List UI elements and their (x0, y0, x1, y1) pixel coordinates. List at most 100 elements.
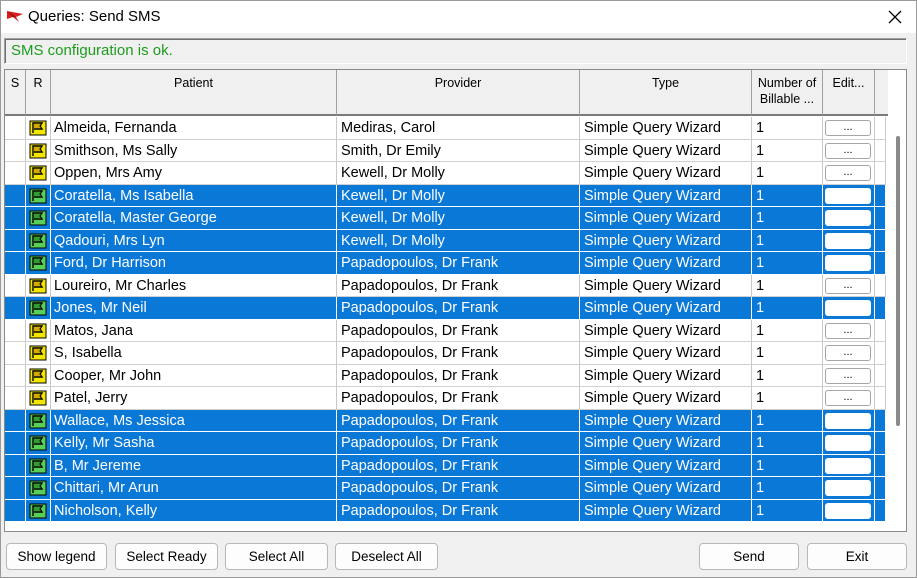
scrollbar-thumb[interactable] (896, 136, 900, 426)
table-row[interactable]: Wallace, Ms Jessica Papadopoulos, Dr Fran… (5, 409, 886, 432)
send-button[interactable]: Send (699, 543, 799, 570)
table-row[interactable]: Matos, Jana Papadopoulos, Dr Frank Simple … (5, 319, 886, 342)
cell-patient: Smithson, Ms Sally (51, 139, 337, 162)
table-row[interactable]: Cooper, Mr John Papadopoulos, Dr Frank Sim… (5, 364, 886, 387)
column-header-edit[interactable]: Edit... (823, 70, 875, 116)
table-row[interactable]: Nicholson, Kelly Papadopoulos, Dr Frank Si… (5, 499, 886, 522)
edit-button[interactable] (825, 300, 871, 316)
table-row[interactable]: Loureiro, Mr Charles Papadopoulos, Dr Fra… (5, 274, 886, 297)
cell-provider: Mediras, Carol (337, 117, 580, 140)
select-all-button[interactable]: Select All (225, 543, 328, 570)
yellow-flag-icon (29, 458, 47, 473)
cell-billable: 1 (752, 229, 823, 252)
yellow-flag-icon (29, 435, 47, 451)
sms-queue-grid[interactable]: S R Patient Provider Type Number of Bill… (4, 69, 907, 532)
cell-type: Simple Query Wizard (580, 297, 752, 320)
edit-button[interactable] (825, 480, 871, 496)
cell-billable: 1 (752, 297, 823, 320)
yellow-flag-icon (29, 210, 47, 226)
cell-s (5, 319, 26, 342)
cell-type: Simple Query Wizard (580, 274, 752, 297)
cell-provider: Papadopoulos, Dr Frank (337, 454, 580, 477)
cell-type: Simple Query Wizard (580, 499, 752, 522)
table-row[interactable]: Coratella, Ms Isabella Kewell, Dr Molly Si… (5, 184, 886, 207)
yellow-flag-icon (29, 120, 47, 136)
cell-patient: Cooper, Mr John (51, 364, 337, 387)
cell-provider: Smith, Dr Emily (337, 139, 580, 162)
vertical-scrollbar[interactable] (888, 116, 906, 530)
table-row[interactable]: Chittari, Mr Arun Papadopoulos, Dr Frank S… (5, 477, 886, 500)
cell-patient: Coratella, Master George (51, 207, 337, 230)
send-sms-window: Queries: Send SMS SMS configuration is o… (0, 0, 917, 578)
cell-billable: 1 (752, 342, 823, 365)
cell-provider: Papadopoulos, Dr Frank (337, 499, 580, 522)
edit-button[interactable]: ... (825, 390, 871, 406)
cell-spacer (875, 297, 886, 320)
column-header-provider[interactable]: Provider (337, 70, 580, 116)
column-header-s[interactable]: S (5, 70, 26, 116)
yellow-flag-icon (29, 188, 47, 203)
column-header-billable[interactable]: Number of Billable ... (752, 70, 823, 116)
edit-button[interactable]: ... (825, 120, 871, 136)
select-ready-button[interactable]: Select Ready (115, 543, 218, 570)
cell-s (5, 229, 26, 252)
cell-spacer (875, 162, 886, 185)
yellow-flag-icon (29, 255, 47, 271)
cell-provider: Papadopoulos, Dr Frank (337, 432, 580, 455)
edit-button[interactable]: ... (825, 322, 871, 339)
cell-spacer (875, 499, 886, 522)
cell-spacer (875, 432, 886, 455)
cell-spacer (875, 454, 886, 477)
cell-billable: 1 (752, 319, 823, 342)
cell-patient: Almeida, Fernanda (51, 117, 337, 140)
edit-button[interactable] (825, 502, 871, 519)
cell-provider: Papadopoulos, Dr Frank (337, 252, 580, 275)
cell-s (5, 454, 26, 477)
table-row[interactable]: B, Mr Jereme Papadopoulos, Dr Frank Simple… (5, 454, 886, 477)
cell-patient: Chittari, Mr Arun (51, 477, 337, 500)
cell-type: Simple Query Wizard (580, 139, 752, 162)
cell-spacer (875, 342, 886, 365)
close-button[interactable] (878, 3, 912, 31)
show-legend-button[interactable]: Show legend (6, 543, 107, 570)
cell-billable: 1 (752, 409, 823, 432)
table-row[interactable]: Almeida, Fernanda Mediras, Carol Simple Qu… (5, 117, 886, 140)
exit-button[interactable]: Exit (807, 543, 907, 570)
edit-button[interactable] (825, 412, 871, 429)
table-row[interactable]: Oppen, Mrs Amy Kewell, Dr Molly Simple Que… (5, 162, 886, 185)
edit-button[interactable]: ... (825, 142, 871, 159)
cell-type: Simple Query Wizard (580, 229, 752, 252)
cell-billable: 1 (752, 364, 823, 387)
cell-spacer (875, 229, 886, 252)
table-row[interactable]: Coratella, Master George Kewell, Dr Molly… (5, 207, 886, 230)
edit-button[interactable] (825, 187, 871, 204)
deselect-all-button[interactable]: Deselect All (335, 543, 438, 570)
cell-provider: Papadopoulos, Dr Frank (337, 477, 580, 500)
cell-provider: Papadopoulos, Dr Frank (337, 364, 580, 387)
edit-button[interactable] (825, 210, 871, 226)
table-row[interactable]: S, Isabella Papadopoulos, Dr Frank Simple … (5, 342, 886, 365)
edit-button[interactable] (825, 457, 871, 474)
edit-button[interactable]: ... (825, 165, 871, 181)
cell-s (5, 387, 26, 410)
table-row[interactable]: Smithson, Ms Sally Smith, Dr Emily Simple … (5, 139, 886, 162)
edit-button[interactable] (825, 255, 871, 271)
table-row[interactable]: Ford, Dr Harrison Papadopoulos, Dr Frank S… (5, 252, 886, 275)
cell-billable: 1 (752, 117, 823, 140)
cell-patient: Wallace, Ms Jessica (51, 409, 337, 432)
table-row[interactable]: Jones, Mr Neil Papadopoulos, Dr Frank Simp… (5, 297, 886, 320)
table-row[interactable]: Kelly, Mr Sasha Papadopoulos, Dr Frank Sim… (5, 432, 886, 455)
cell-type: Simple Query Wizard (580, 117, 752, 140)
table-row[interactable]: Patel, Jerry Papadopoulos, Dr Frank Simple… (5, 387, 886, 410)
edit-button[interactable] (825, 435, 871, 451)
cell-s (5, 477, 26, 500)
column-header-r[interactable]: R (26, 70, 51, 116)
edit-button[interactable]: ... (825, 367, 871, 384)
table-row[interactable]: Qadouri, Mrs Lyn Kewell, Dr Molly Simple Q… (5, 229, 886, 252)
edit-button[interactable]: ... (825, 345, 871, 361)
column-header-type[interactable]: Type (580, 70, 752, 116)
edit-button[interactable]: ... (825, 277, 871, 294)
column-header-patient[interactable]: Patient (51, 70, 337, 116)
cell-s (5, 409, 26, 432)
edit-button[interactable] (825, 232, 871, 249)
